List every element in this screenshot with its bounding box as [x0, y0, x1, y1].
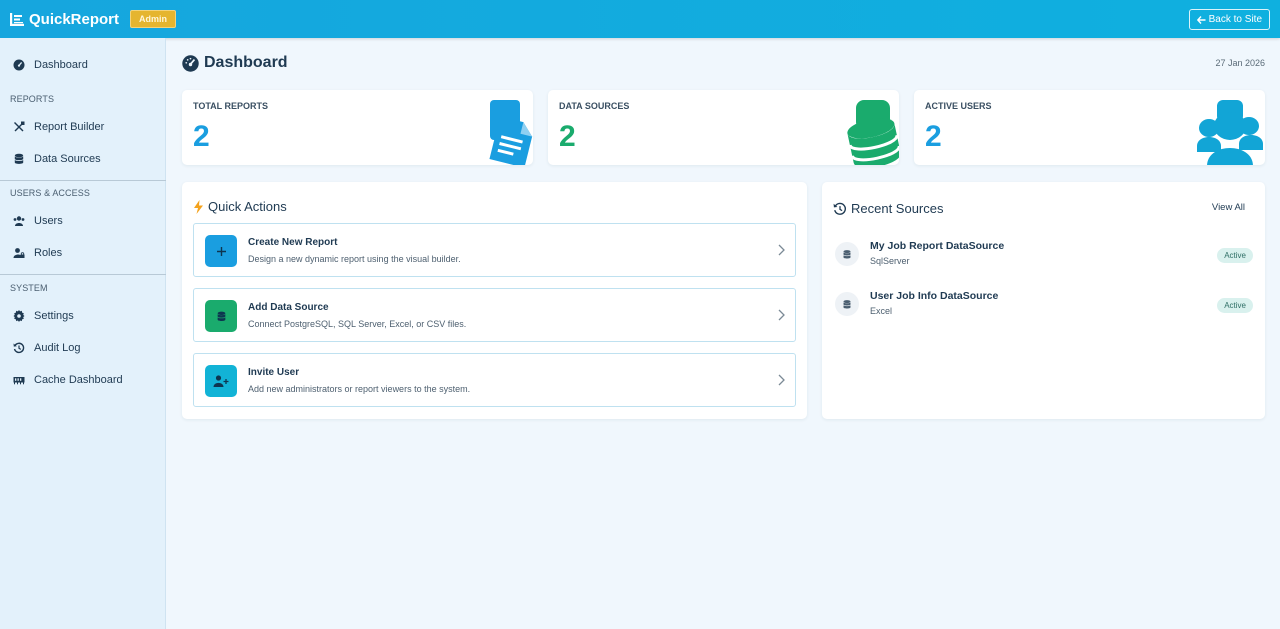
users-icon [13, 216, 25, 226]
history-icon [13, 342, 25, 354]
sidebar-item-audit-log[interactable]: Audit Log [0, 335, 166, 361]
tachometer-icon [182, 54, 199, 72]
sidebar-item-label: Report Builder [34, 121, 105, 133]
source-type: Excel [870, 306, 893, 316]
action-description: Add new administrators or report viewers… [248, 384, 471, 394]
database-icon [847, 100, 899, 165]
status-badge: Active [1217, 248, 1253, 263]
stat-value: 2 [193, 120, 210, 153]
sidebar-item-label: Settings [34, 310, 74, 322]
stat-label: TOTAL REPORTS [193, 101, 269, 111]
list-item[interactable]: User Job Info DataSource Excel Active [832, 284, 1253, 324]
arrow-left-icon [1196, 15, 1206, 24]
recent-sources-title-text: Recent Sources [851, 201, 944, 216]
action-add-data-source[interactable]: Add Data Source Connect PostgreSQL, SQL … [193, 288, 796, 342]
file-report-icon [489, 100, 533, 165]
database-icon [835, 242, 859, 266]
stat-card-active-users: ACTIVE USERS 2 [914, 90, 1265, 165]
database-icon [14, 153, 24, 164]
database-icon [205, 300, 237, 332]
sidebar-item-data-sources[interactable]: Data Sources [0, 146, 166, 172]
sidebar-item-label: Users [34, 215, 63, 227]
action-description: Connect PostgreSQL, SQL Server, Excel, o… [248, 319, 467, 329]
tools-icon [14, 121, 25, 132]
recent-sources-title: Recent Sources [833, 201, 944, 216]
action-invite-user[interactable]: Invite User Add new administrators or re… [193, 353, 796, 407]
gear-icon [13, 310, 25, 322]
sidebar-item-label: Audit Log [34, 342, 81, 354]
quick-actions-title-text: Quick Actions [208, 199, 287, 214]
top-bar: QuickReport Admin Back to Site [0, 0, 1280, 38]
tachometer-icon [13, 59, 25, 71]
action-description: Design a new dynamic report using the vi… [248, 254, 461, 264]
chevron-right-icon [778, 374, 785, 386]
sidebar-item-dashboard[interactable]: Dashboard [0, 52, 166, 78]
sidebar-item-cache-dashboard[interactable]: Cache Dashboard [0, 367, 166, 393]
source-type: SqlServer [870, 256, 910, 266]
action-create-new-report[interactable]: Create New Report Design a new dynamic r… [193, 223, 796, 277]
status-badge: Active [1217, 298, 1253, 313]
quick-actions-panel: Quick Actions Create New Report Design a… [182, 182, 807, 419]
sidebar: Dashboard REPORTS Report Builder Data So… [0, 38, 166, 629]
back-to-site-label: Back to Site [1208, 14, 1262, 25]
users-icon [1197, 100, 1263, 165]
recent-sources-panel: Recent Sources View All My Job Report Da… [822, 182, 1265, 419]
sidebar-section-users-access: USERS & ACCESS [10, 188, 90, 198]
stat-value: 2 [925, 120, 942, 153]
sidebar-item-label: Data Sources [34, 153, 101, 165]
view-all-link[interactable]: View All [1212, 202, 1245, 213]
chevron-right-icon [778, 309, 785, 321]
sidebar-item-label: Roles [34, 247, 63, 259]
action-title: Create New Report [248, 237, 338, 248]
quick-actions-title: Quick Actions [193, 199, 287, 214]
sidebar-divider [0, 274, 166, 275]
bolt-icon [194, 199, 203, 214]
history-icon [833, 202, 846, 215]
action-title: Invite User [248, 367, 300, 378]
stat-card-total-reports: TOTAL REPORTS 2 [182, 90, 533, 165]
sidebar-item-label: Cache Dashboard [34, 374, 123, 386]
stat-label: DATA SOURCES [559, 101, 630, 111]
sidebar-item-users[interactable]: Users [0, 208, 166, 234]
memory-icon [13, 377, 25, 385]
sidebar-section-system: SYSTEM [10, 283, 48, 293]
role-badge: Admin [130, 10, 177, 28]
page-title-text: Dashboard [204, 54, 288, 71]
user-plus-icon [205, 365, 237, 397]
chart-logo-icon [10, 12, 24, 26]
sidebar-section-reports: REPORTS [10, 94, 55, 104]
page-title: Dashboard [182, 54, 288, 72]
sidebar-item-roles[interactable]: Roles [0, 240, 166, 266]
list-item[interactable]: My Job Report DataSource SqlServer Activ… [832, 234, 1253, 274]
source-name: My Job Report DataSource [870, 240, 1005, 252]
sidebar-item-label: Dashboard [34, 59, 88, 71]
stat-label: ACTIVE USERS [925, 101, 992, 111]
sidebar-item-report-builder[interactable]: Report Builder [0, 114, 166, 140]
source-name: User Job Info DataSource [870, 290, 999, 302]
sidebar-divider [0, 180, 166, 181]
brand-name: QuickReport [29, 10, 120, 28]
plus-icon [205, 235, 237, 267]
database-icon [835, 292, 859, 316]
current-date: 27 Jan 2026 [1215, 58, 1265, 68]
back-to-site-button[interactable]: Back to Site [1188, 9, 1270, 30]
chevron-right-icon [778, 244, 785, 256]
user-lock-icon [13, 248, 25, 258]
stat-card-data-sources: DATA SOURCES 2 [548, 90, 899, 165]
action-title: Add Data Source [248, 302, 329, 313]
stat-value: 2 [559, 120, 576, 153]
brand[interactable]: QuickReport Admin [10, 10, 177, 28]
sidebar-item-settings[interactable]: Settings [0, 303, 166, 329]
